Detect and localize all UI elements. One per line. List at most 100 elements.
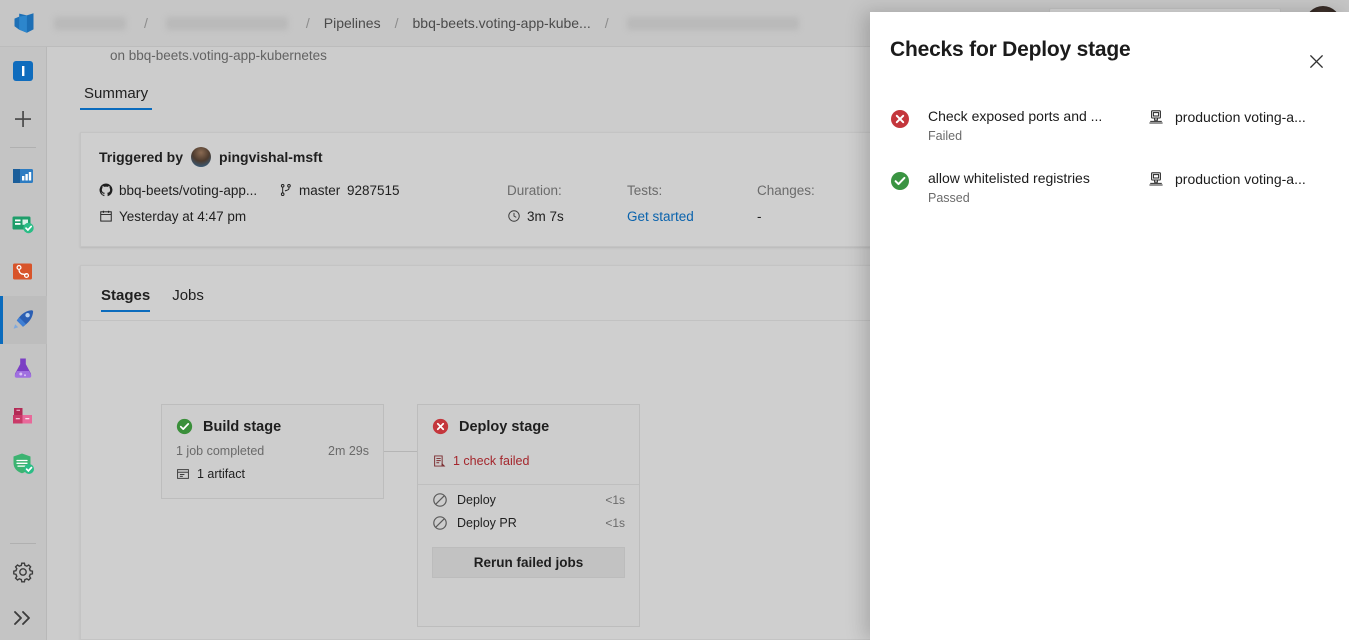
tests-value-item[interactable]: Get started [627, 209, 757, 224]
sidebar-item-boards[interactable] [0, 200, 47, 248]
build-stage-card[interactable]: Build stage 1 job completed 2m 29s 1 art… [161, 404, 384, 499]
checklist-icon [432, 454, 446, 468]
deploy-stage-check-failed-text: 1 check failed [453, 454, 529, 468]
boards-summary-icon [10, 163, 36, 189]
check-resource[interactable]: production voting-a... [1148, 107, 1306, 125]
triggered-by-avatar [191, 147, 211, 167]
breadcrumb-separator-3: / [383, 15, 411, 31]
deploy-stage-check-failed[interactable]: 1 check failed [418, 435, 639, 468]
run-metadata: bbq-beets/voting-app... master 9287515 [99, 177, 889, 229]
build-stage-artifact[interactable]: 1 artifact [162, 458, 383, 481]
sidebar-item-settings[interactable] [0, 548, 47, 596]
rerun-failed-jobs-button[interactable]: Rerun failed jobs [432, 547, 625, 578]
repos-icon [10, 259, 36, 285]
repo-item[interactable]: bbq-beets/voting-app... [99, 183, 279, 198]
build-stage-jobs-text: 1 job completed [176, 444, 264, 458]
failed-x-icon [890, 109, 910, 129]
tab-stages[interactable]: Stages [101, 287, 150, 312]
tests-label-text: Tests: [627, 183, 662, 198]
check-row[interactable]: allow whitelisted registries Passed prod… [870, 169, 1349, 231]
close-icon[interactable] [1303, 48, 1329, 74]
success-check-icon [890, 171, 910, 191]
breadcrumb-pipelines[interactable]: Pipelines [322, 15, 383, 31]
duration-label: Duration: [507, 183, 627, 198]
breadcrumb-run[interactable] [627, 17, 799, 30]
deploy-pr-job-name: Deploy PR [457, 516, 605, 530]
changes-label-text: Changes: [757, 183, 815, 198]
artifact-icon [176, 467, 190, 481]
check-state: Failed [928, 129, 1148, 143]
check-resource-name: production voting-a... [1175, 171, 1306, 187]
success-check-icon [176, 418, 193, 435]
sidebar-item-expand[interactable] [0, 596, 47, 640]
checks-panel: Checks for Deploy stage Check exposed po… [870, 12, 1349, 640]
security-shield-icon [10, 451, 36, 477]
rail-divider-bottom [10, 543, 36, 544]
tab-summary[interactable]: Summary [80, 85, 152, 110]
sidebar-item-test-plans[interactable] [0, 344, 47, 392]
rail-divider-top [10, 147, 36, 148]
deploy-stage-header: Deploy stage [418, 405, 639, 435]
tab-jobs[interactable]: Jobs [172, 287, 204, 312]
commit-item[interactable]: 9287515 [347, 183, 507, 198]
breadcrumb-org[interactable] [54, 17, 126, 30]
repo-name: bbq-beets/voting-app... [119, 183, 257, 198]
date-item: Yesterday at 4:47 pm [99, 209, 507, 224]
sidebar-item-artifacts[interactable] [0, 392, 47, 440]
run-metadata-row-1: bbq-beets/voting-app... master 9287515 [99, 177, 889, 203]
build-stage-header: Build stage [162, 405, 383, 435]
check-info: Check exposed ports and ... Failed [910, 107, 1148, 143]
changes-label: Changes: [757, 183, 877, 198]
test-plans-flask-icon [10, 355, 36, 381]
run-metadata-row-2: Yesterday at 4:47 pm 3m 7s Get started [99, 203, 889, 229]
breadcrumb-project[interactable] [166, 17, 288, 30]
checks-list: Check exposed ports and ... Failed produ… [870, 90, 1349, 231]
resource-server-icon [1148, 109, 1164, 125]
breadcrumb-separator-4: / [593, 15, 621, 31]
breadcrumb-pipeline-name[interactable]: bbq-beets.voting-app-kube... [411, 15, 593, 31]
clock-icon [507, 209, 521, 223]
branch-name: master [299, 183, 340, 198]
overview-icon [10, 58, 36, 84]
duration-value: 3m 7s [527, 209, 564, 224]
deploy-stage-title: Deploy stage [459, 419, 549, 435]
azure-devops-logo-icon[interactable] [0, 0, 48, 47]
deploy-pr-job-row[interactable]: Deploy PR <1s [418, 508, 639, 531]
stage-connector [384, 451, 417, 452]
commit-id: 9287515 [347, 183, 400, 198]
tests-get-started-link[interactable]: Get started [627, 209, 694, 224]
sidebar-item-boards-summary[interactable] [0, 152, 47, 200]
duration-label-text: Duration: [507, 183, 562, 198]
left-rail [0, 47, 47, 640]
build-stage-artifact-text: 1 artifact [197, 467, 245, 481]
deploy-stage-card[interactable]: Deploy stage 1 check failed [417, 404, 640, 627]
breadcrumb-separator-1: / [132, 15, 160, 31]
build-stage-title: Build stage [203, 419, 281, 435]
check-resource[interactable]: production voting-a... [1148, 169, 1306, 187]
breadcrumb-separator-2: / [294, 15, 322, 31]
pipeline-subtitle: on bbq-beets.voting-app-kubernetes [110, 48, 327, 63]
check-row[interactable]: Check exposed ports and ... Failed produ… [870, 107, 1349, 169]
github-icon [99, 183, 113, 197]
check-name: Check exposed ports and ... [928, 108, 1102, 124]
build-stage-duration: 2m 29s [328, 444, 369, 458]
sidebar-item-overview[interactable] [0, 47, 47, 95]
branch-icon [279, 183, 293, 197]
triggered-by-user[interactable]: pingvishal-msft [219, 149, 322, 165]
sidebar-item-security[interactable] [0, 440, 47, 488]
check-info: allow whitelisted registries Passed [910, 169, 1148, 205]
run-date: Yesterday at 4:47 pm [119, 209, 246, 224]
pipelines-rocket-icon [10, 307, 36, 333]
checks-panel-title: Checks for Deploy stage [890, 38, 1325, 62]
deploy-pr-job-time: <1s [605, 516, 625, 530]
resource-server-icon [1148, 171, 1164, 187]
sidebar-item-repos[interactable] [0, 248, 47, 296]
gear-icon [10, 559, 36, 585]
check-resource-name: production voting-a... [1175, 109, 1306, 125]
build-stage-jobs: 1 job completed 2m 29s [162, 435, 383, 458]
deploy-job-row[interactable]: Deploy <1s [418, 485, 639, 508]
check-state: Passed [928, 191, 1148, 205]
branch-item[interactable]: master [279, 183, 347, 198]
sidebar-item-new[interactable] [0, 95, 47, 143]
sidebar-item-pipelines[interactable] [0, 296, 47, 344]
